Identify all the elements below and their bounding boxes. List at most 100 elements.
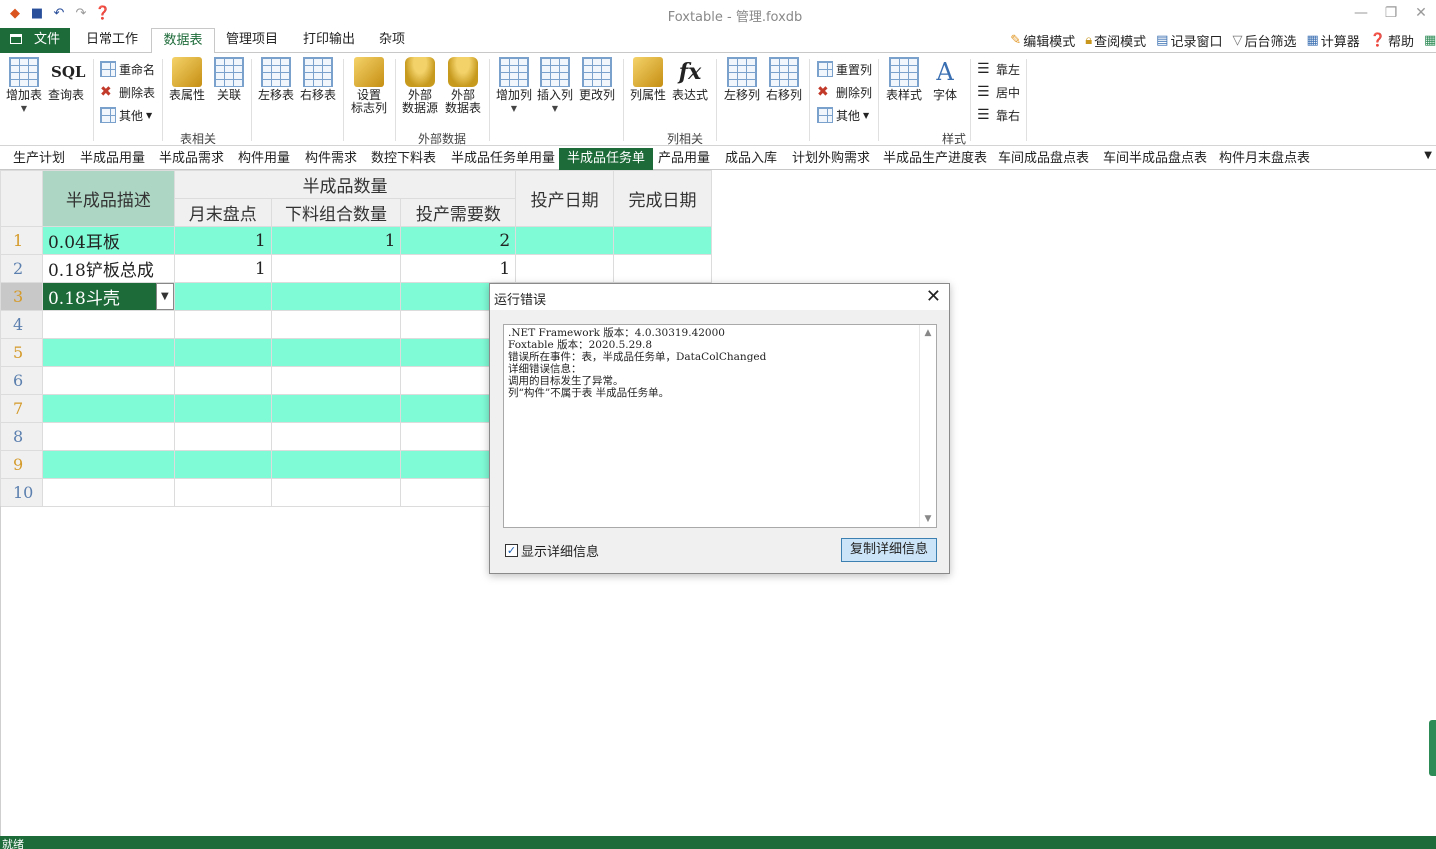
cell-month-end[interactable] xyxy=(173,422,272,451)
dialog-title-bar[interactable]: 运行错误 ✕ xyxy=(490,284,949,310)
set-flag-column-button[interactable]: 设置 标志列 xyxy=(351,57,387,115)
row-number[interactable]: 6 xyxy=(0,366,43,395)
record-window-button[interactable]: ▤ 记录窗口 xyxy=(1156,31,1222,50)
cell-start-date[interactable] xyxy=(515,226,615,255)
table-tab-production-plan[interactable]: 生产计划 xyxy=(5,148,73,170)
table-style-button[interactable]: 表样式 xyxy=(886,57,922,102)
cell-desc[interactable] xyxy=(41,394,175,423)
column-header-start-date[interactable]: 投产日期 xyxy=(515,170,615,227)
background-filter-button[interactable]: ▽ 后台筛选 xyxy=(1232,31,1296,50)
cell-desc[interactable] xyxy=(41,478,175,507)
external-table-button[interactable]: 外部 数据表 xyxy=(445,57,481,115)
row-number[interactable]: 9 xyxy=(0,450,43,479)
table-tab-workshop-finished-count[interactable]: 车间成品盘点表 xyxy=(990,148,1097,170)
detail-scrollbar[interactable]: ▲ ▼ xyxy=(919,325,936,527)
show-detail-checkbox[interactable]: ✓ 显示详细信息 xyxy=(505,541,599,560)
grid-corner[interactable] xyxy=(0,170,43,227)
cell-need[interactable]: 2 xyxy=(400,226,517,255)
cell-finish-date[interactable] xyxy=(613,254,712,283)
change-column-button[interactable]: 更改列 xyxy=(579,57,615,102)
edit-mode-button[interactable]: ✎ 编辑模式 xyxy=(1010,31,1075,50)
cell-month-end[interactable]: 1 xyxy=(173,226,272,255)
row-number[interactable]: 2 xyxy=(0,254,43,283)
restore-button[interactable]: ❐ xyxy=(1376,0,1406,26)
error-detail-textbox[interactable]: .NET Framework 版本：4.0.30319.42000 Foxtab… xyxy=(503,324,937,528)
font-button[interactable]: A 字体 xyxy=(930,57,960,102)
column-other-button[interactable]: 其他 ▼ xyxy=(817,105,869,125)
relation-button[interactable]: 关联 xyxy=(214,57,244,102)
cell-desc[interactable] xyxy=(41,366,175,395)
cell-cut-combo[interactable] xyxy=(270,338,402,367)
query-table-button[interactable]: SQL 查询表 xyxy=(48,57,85,102)
cell-month-end[interactable] xyxy=(173,478,272,507)
scroll-down-icon[interactable]: ▼ xyxy=(920,511,936,527)
cell-desc[interactable]: 0.18铲板总成 xyxy=(41,254,175,283)
external-source-button[interactable]: 外部 数据源 xyxy=(402,57,438,115)
table-tab-part-demand[interactable]: 构件需求 xyxy=(297,148,365,170)
close-window-button[interactable]: ✕ xyxy=(1406,0,1436,26)
column-properties-button[interactable]: 列属性 xyxy=(630,57,666,102)
column-header-month-end[interactable]: 月末盘点 xyxy=(173,198,272,227)
table-tab-product-usage[interactable]: 产品用量 xyxy=(650,148,718,170)
row-number[interactable]: 8 xyxy=(0,422,43,451)
cell-month-end[interactable] xyxy=(173,282,272,311)
cell-month-end[interactable] xyxy=(173,450,272,479)
align-right-button[interactable]: ☰ 靠右 xyxy=(977,105,1020,125)
move-table-right-button[interactable]: 右移表 xyxy=(300,57,336,102)
row-number[interactable]: 10 xyxy=(0,478,43,507)
cell-desc[interactable] xyxy=(41,310,175,339)
move-column-right-button[interactable]: 右移列 xyxy=(766,57,802,102)
cell-cut-combo[interactable] xyxy=(270,310,402,339)
rename-table-button[interactable]: 重命名 xyxy=(100,59,155,79)
expression-column-button[interactable]: fx 表达式 xyxy=(672,57,708,102)
table-tab-semi-demand[interactable]: 半成品需求 xyxy=(151,148,232,170)
table-tab-semi-task-usage[interactable]: 半成品任务单用量 xyxy=(443,148,563,170)
cell-month-end[interactable] xyxy=(173,310,272,339)
help-button[interactable]: ❓ 帮助 xyxy=(1370,31,1414,50)
cell-cut-combo[interactable] xyxy=(270,366,402,395)
insert-column-button[interactable]: 插入列 ▼ xyxy=(537,57,573,115)
column-header-need[interactable]: 投产需要数 xyxy=(400,198,517,227)
read-mode-button[interactable]: 🔒︎ 查阅模式 xyxy=(1085,31,1146,50)
table-row[interactable]: 2 0.18铲板总成 1 1 xyxy=(0,254,712,283)
copy-detail-button[interactable]: 复制详细信息 xyxy=(841,538,937,562)
row-number[interactable]: 1 xyxy=(0,226,43,255)
column-header-desc[interactable]: 半成品描述 xyxy=(41,170,175,227)
table-other-button[interactable]: 其他 ▼ xyxy=(100,105,152,125)
vertical-scroll-thumb[interactable] xyxy=(1429,720,1436,776)
cell-need[interactable]: 1 xyxy=(400,254,517,283)
cell-desc-selected[interactable]: 0.18斗壳 ▼ xyxy=(41,282,175,311)
cell-month-end[interactable] xyxy=(173,394,272,423)
column-header-cut-combo[interactable]: 下料组合数量 xyxy=(270,198,402,227)
add-column-button[interactable]: 增加列 ▼ xyxy=(496,57,532,115)
table-tab-workshop-semi-count[interactable]: 车间半成品盘点表 xyxy=(1095,148,1215,170)
scroll-up-icon[interactable]: ▲ xyxy=(920,325,936,341)
row-number[interactable]: 5 xyxy=(0,338,43,367)
table-tab-finished-inbound[interactable]: 成品入库 xyxy=(717,148,785,170)
cell-finish-date[interactable] xyxy=(613,226,712,255)
delete-table-button[interactable]: ✖ 删除表 xyxy=(100,82,155,102)
tab-daily-work[interactable]: 日常工作 xyxy=(80,28,144,53)
table-tab-semi-task[interactable]: 半成品任务单 xyxy=(559,148,654,170)
cell-month-end[interactable]: 1 xyxy=(173,254,272,283)
reset-column-button[interactable]: 重置列 xyxy=(817,59,872,79)
cell-desc[interactable] xyxy=(41,422,175,451)
row-number[interactable]: 4 xyxy=(0,310,43,339)
checkmark-icon[interactable]: ✓ xyxy=(505,544,518,557)
align-left-button[interactable]: ☰ 靠左 xyxy=(977,59,1020,79)
cell-cut-combo[interactable] xyxy=(270,254,402,283)
cell-cut-combo[interactable] xyxy=(270,422,402,451)
table-row[interactable]: 1 0.04耳板 1 1 2 xyxy=(0,226,712,255)
table-tab-semi-usage[interactable]: 半成品用量 xyxy=(72,148,153,170)
extra-toolbar-icon[interactable]: ▦ xyxy=(1424,31,1436,50)
move-table-left-button[interactable]: 左移表 xyxy=(258,57,294,102)
tab-print-output[interactable]: 打印输出 xyxy=(297,28,361,53)
table-tab-semi-progress[interactable]: 半成品生产进度表 xyxy=(875,148,995,170)
cell-month-end[interactable] xyxy=(173,366,272,395)
cell-desc[interactable]: 0.04耳板 xyxy=(41,226,175,255)
row-number[interactable]: 7 xyxy=(0,394,43,423)
cell-cut-combo[interactable] xyxy=(270,394,402,423)
dropdown-arrow-icon[interactable]: ▼ xyxy=(155,283,174,310)
tab-data-table[interactable]: 数据表 xyxy=(151,28,215,54)
minimize-button[interactable]: — xyxy=(1346,0,1376,26)
